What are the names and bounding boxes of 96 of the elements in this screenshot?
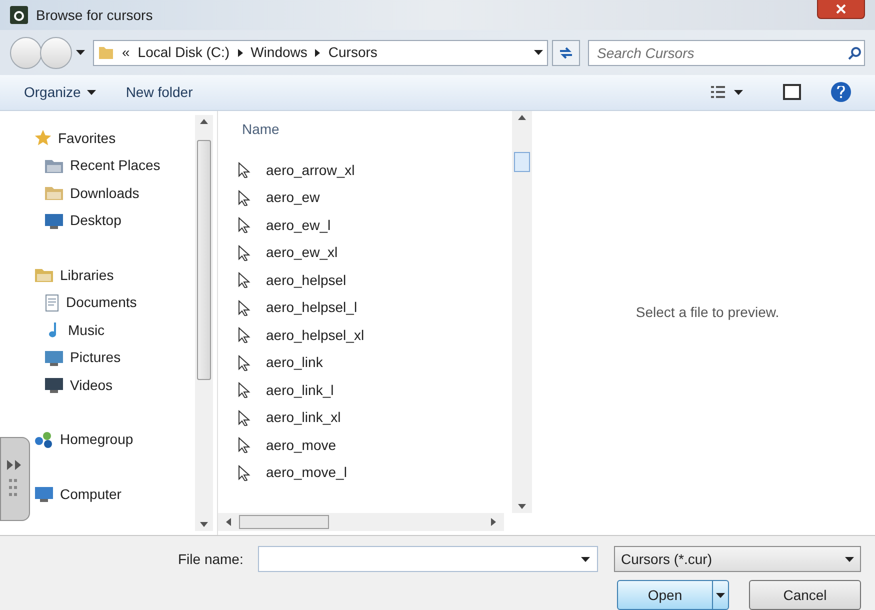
cursor-icon [238, 272, 252, 288]
window-title: Browse for cursors [36, 6, 153, 25]
breadcrumb[interactable]: Windows [250, 42, 308, 64]
navigation-item[interactable]: Libraries [34, 262, 114, 289]
cursor-icon [238, 244, 252, 261]
folder-icon [44, 184, 64, 202]
address-dropdown-icon [534, 50, 543, 56]
monitor-icon [34, 485, 54, 504]
scrollbar-thumb[interactable] [514, 152, 530, 172]
scroll-right-icon[interactable] [491, 518, 496, 526]
cursor-icon [238, 300, 252, 316]
monitor-icon [44, 212, 64, 230]
file-item[interactable]: aero_move_l [238, 459, 512, 486]
file-item[interactable]: aero_link [238, 349, 512, 376]
separator-arrow-icon [315, 48, 320, 57]
navigation-item[interactable]: Downloads [44, 180, 140, 207]
scrollbar[interactable] [195, 114, 213, 531]
breadcrumb[interactable]: Cursors [328, 42, 378, 64]
caret-icon [86, 90, 96, 95]
cursor-icon [238, 437, 252, 454]
navigation-item[interactable]: Recent Places [44, 152, 160, 180]
search-icon [848, 46, 862, 60]
navigation-item[interactable]: Favorites [34, 124, 116, 152]
file-type-dropdown[interactable]: Cursors (*.cur) [614, 546, 861, 572]
file-item[interactable]: aero_helpsel_l [238, 294, 512, 322]
list-view-icon [710, 85, 726, 100]
navigation-item[interactable]: Pictures [44, 344, 121, 372]
file-item[interactable]: aero_helpsel_xl [238, 322, 512, 349]
organize-menu-button[interactable]: Organize [24, 82, 96, 103]
music-note-icon [49, 322, 57, 338]
address-bar[interactable]: « Local Disk (C:) Windows Cursors [93, 40, 548, 66]
star-icon [34, 129, 52, 148]
scroll-up-icon[interactable] [200, 118, 208, 124]
file-item[interactable]: aero_ew [238, 184, 512, 212]
search-field[interactable]: Search Cursors [588, 40, 865, 66]
scroll-up-icon[interactable] [518, 114, 526, 120]
refresh-icon [558, 46, 574, 60]
history-caret-icon [76, 50, 85, 56]
scroll-left-icon[interactable] [226, 518, 231, 526]
separator-arrow-icon [238, 48, 243, 57]
view-options-button[interactable] [710, 85, 743, 100]
open-button[interactable]: Open [617, 580, 729, 610]
file-item[interactable]: aero_helpsel [238, 266, 512, 294]
overflow-chevron[interactable]: « [122, 42, 130, 64]
close-button[interactable] [817, 0, 865, 20]
scroll-down-icon[interactable] [518, 504, 526, 509]
navigation-item[interactable]: Music [44, 316, 105, 344]
cursor-icon [238, 464, 252, 481]
navigation-item[interactable]: Homegroup [34, 426, 134, 454]
monitor-icon [44, 348, 64, 367]
cursor-icon [238, 382, 252, 398]
navigation-item[interactable]: Documents [44, 289, 137, 316]
caret-icon [845, 556, 854, 562]
folder-icon [34, 266, 54, 284]
cancel-button[interactable]: Cancel [749, 580, 861, 610]
refresh-button[interactable] [552, 40, 580, 66]
cursor-icon [238, 410, 252, 426]
expand-icon [7, 460, 23, 470]
app-icon [10, 6, 28, 24]
dropdown-caret-icon [716, 592, 725, 598]
cursor-icon [238, 217, 252, 234]
caret-icon [734, 90, 743, 95]
close-icon [836, 4, 846, 14]
breadcrumb[interactable]: Local Disk (C:) [138, 42, 230, 64]
help-button[interactable] [831, 82, 851, 102]
document-icon [44, 294, 60, 312]
cursor-icon [238, 162, 252, 178]
file-item[interactable]: aero_move [238, 432, 512, 459]
scrollbar-thumb[interactable] [239, 515, 329, 529]
scrollbar[interactable] [218, 513, 504, 531]
file-item[interactable]: aero_link_xl [238, 404, 512, 432]
navigation-item[interactable]: Computer [34, 480, 122, 508]
preview-pane-button[interactable] [783, 84, 801, 100]
folder-icon [98, 44, 114, 61]
column-header[interactable]: Name [238, 118, 512, 156]
file-item[interactable]: aero_arrow_xl [238, 156, 512, 184]
homegroup-icon [34, 430, 54, 449]
preview-message: Select a file to preview. [636, 303, 780, 322]
monitor-icon [44, 376, 64, 394]
new-folder-button[interactable]: New folder [126, 82, 193, 103]
help-icon [837, 86, 845, 98]
scrollbar-thumb[interactable] [197, 140, 211, 380]
cursor-icon [238, 354, 252, 371]
cursor-icon [238, 327, 252, 344]
file-item[interactable]: aero_ew_l [238, 212, 512, 239]
cursor-icon [238, 190, 252, 206]
navigation-item[interactable]: Desktop [44, 207, 122, 234]
scroll-down-icon[interactable] [200, 522, 208, 527]
file-item[interactable]: aero_link_l [238, 376, 512, 404]
caret-icon [581, 557, 590, 562]
navigation-item[interactable]: Videos [44, 372, 113, 399]
file-name-label: File name: [178, 550, 244, 568]
side-panel-handle[interactable] [0, 437, 30, 521]
scrollbar[interactable] [512, 110, 532, 513]
file-item[interactable]: aero_ew_xl [238, 239, 512, 266]
file-name-field[interactable] [258, 546, 598, 572]
